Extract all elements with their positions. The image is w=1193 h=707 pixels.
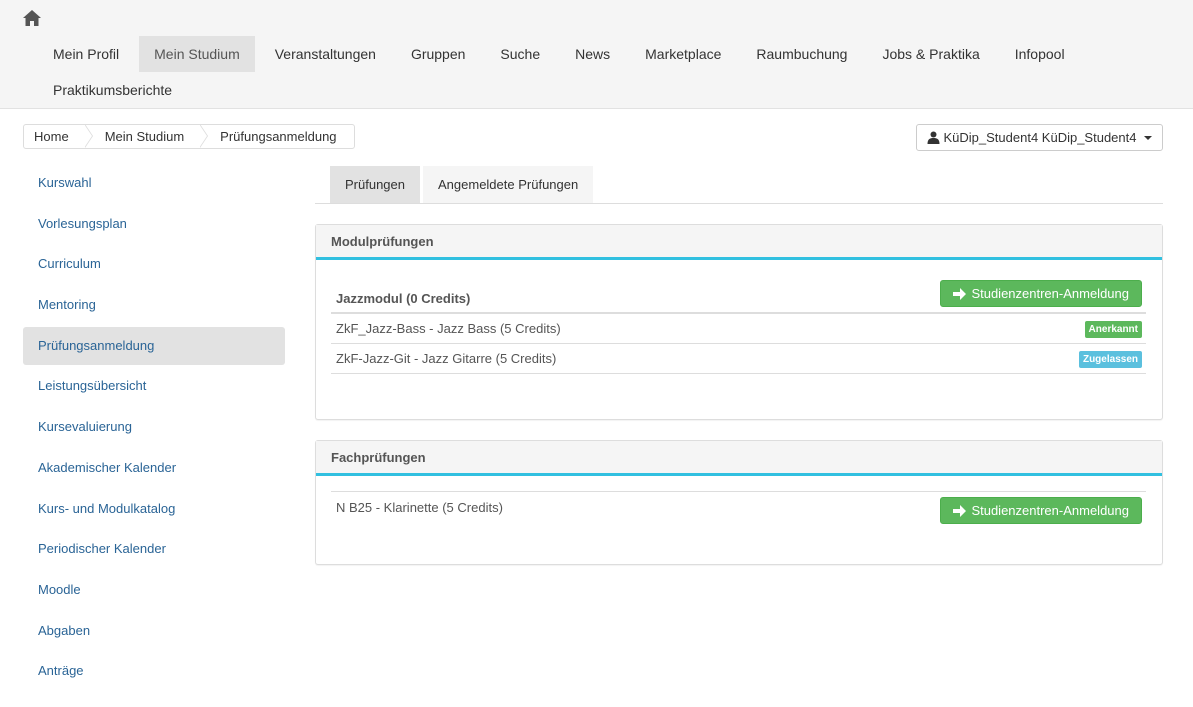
nav-row-1: Mein Profil Mein Studium Veranstaltungen… (38, 36, 1085, 72)
sidebar-item-moodle[interactable]: Moodle (23, 571, 285, 609)
nav-item-mein-profil[interactable]: Mein Profil (38, 36, 134, 72)
caret-down-icon (1144, 135, 1153, 140)
home-icon[interactable] (22, 8, 42, 28)
sidebar: Kurswahl Vorlesungsplan Curriculum Mento… (23, 164, 285, 693)
button-label: Studienzentren-Anmeldung (971, 286, 1129, 301)
breadcrumb-mein-studium[interactable]: Mein Studium (87, 125, 209, 148)
nav-item-marketplace[interactable]: Marketplace (630, 36, 736, 72)
nav-item-jobs-praktika[interactable]: Jobs & Praktika (867, 36, 994, 72)
nav-item-infopool[interactable]: Infopool (1000, 36, 1080, 72)
tab-pruefungen[interactable]: Prüfungen (330, 166, 420, 203)
status-badge: Anerkannt (1084, 321, 1142, 338)
panel-title: Fachprüfungen (316, 441, 1162, 476)
sidebar-item-mentoring[interactable]: Mentoring (23, 286, 285, 324)
sidebar-item-vorlesungsplan[interactable]: Vorlesungsplan (23, 205, 285, 243)
panel-title: Modulprüfungen (316, 225, 1162, 260)
nav-item-praktikumsberichte[interactable]: Praktikumsberichte (38, 72, 187, 108)
sidebar-item-curriculum[interactable]: Curriculum (23, 245, 285, 283)
sidebar-item-kursevaluierung[interactable]: Kursevaluierung (23, 408, 285, 446)
divider (331, 312, 1146, 314)
sidebar-item-akademischer-kalender[interactable]: Akademischer Kalender (23, 449, 285, 487)
sidebar-item-kurs-modulkatalog[interactable]: Kurs- und Modulkatalog (23, 490, 285, 528)
user-icon (927, 131, 939, 144)
top-navigation: Mein Profil Mein Studium Veranstaltungen… (0, 0, 1193, 109)
exam-row-text: ZkF-Jazz-Git - Jazz Gitarre (5 Credits) (336, 351, 557, 366)
fachpruefungen-panel: Fachprüfungen N B25 - Klarinette (5 Cred… (315, 440, 1163, 565)
sidebar-item-kurswahl[interactable]: Kurswahl (23, 164, 285, 202)
nav-item-news[interactable]: News (560, 36, 625, 72)
nav-item-gruppen[interactable]: Gruppen (396, 36, 480, 72)
arrow-right-icon (953, 287, 967, 300)
nav-row-2: Praktikumsberichte (38, 72, 192, 108)
arrow-right-icon (953, 504, 967, 517)
studienzentren-anmeldung-button[interactable]: Studienzentren-Anmeldung (940, 497, 1142, 524)
divider (331, 373, 1146, 374)
exam-row-text: N B25 - Klarinette (5 Credits) (336, 500, 503, 515)
sidebar-item-leistungsuebersicht[interactable]: Leistungsübersicht (23, 367, 285, 405)
button-label: Studienzentren-Anmeldung (971, 503, 1129, 518)
sidebar-item-abgaben[interactable]: Abgaben (23, 612, 285, 650)
nav-item-raumbuchung[interactable]: Raumbuchung (741, 36, 862, 72)
sidebar-item-pruefungsanmeldung[interactable]: Prüfungsanmeldung (23, 326, 285, 365)
tab-angemeldete-pruefungen[interactable]: Angemeldete Prüfungen (423, 166, 594, 203)
user-menu-button[interactable]: KüDip_Student4 KüDip_Student4 (916, 124, 1163, 151)
sidebar-item-periodischer-kalender[interactable]: Periodischer Kalender (23, 530, 285, 568)
divider (331, 343, 1146, 344)
studienzentren-anmeldung-button[interactable]: Studienzentren-Anmeldung (940, 280, 1142, 307)
module-title: Jazzmodul (0 Credits) (336, 291, 471, 306)
breadcrumb-pruefungsanmeldung[interactable]: Prüfungsanmeldung (202, 125, 353, 148)
sidebar-item-antraege[interactable]: Anträge (23, 652, 285, 690)
nav-item-mein-studium[interactable]: Mein Studium (139, 36, 255, 72)
nav-item-suche[interactable]: Suche (485, 36, 555, 72)
breadcrumb: Home Mein Studium Prüfungsanmeldung (23, 124, 355, 149)
modulpruefungen-panel: Modulprüfungen Jazzmodul (0 Credits) Stu… (315, 224, 1163, 420)
tab-bar: Prüfungen Angemeldete Prüfungen (315, 166, 1163, 204)
breadcrumb-home[interactable]: Home (24, 125, 93, 148)
status-badge: Zugelassen (1078, 351, 1142, 368)
exam-row-text: ZkF_Jazz-Bass - Jazz Bass (5 Credits) (336, 321, 561, 336)
nav-item-veranstaltungen[interactable]: Veranstaltungen (260, 36, 391, 72)
user-name: KüDip_Student4 KüDip_Student4 (943, 130, 1137, 145)
divider (331, 491, 1146, 492)
